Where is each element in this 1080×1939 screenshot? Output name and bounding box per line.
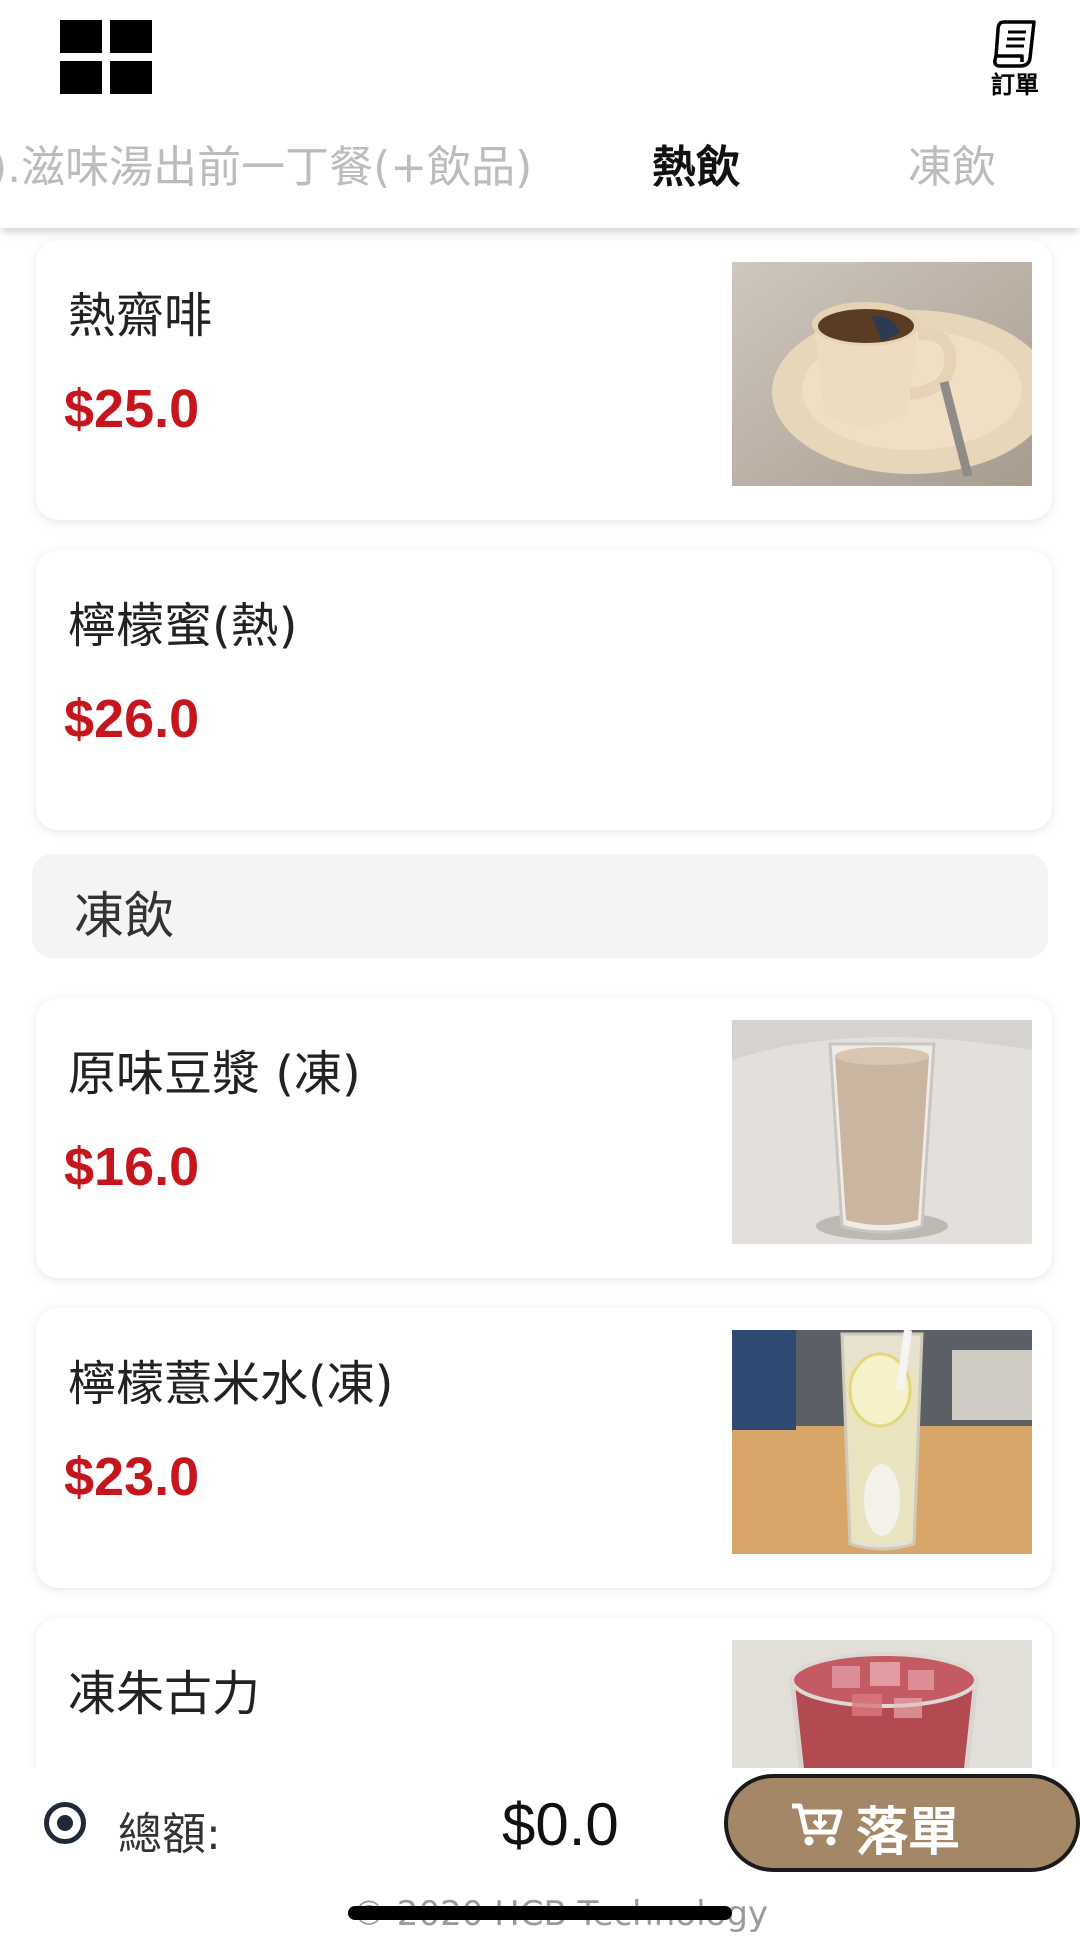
item-name: 原味豆漿 (凍) (68, 1046, 361, 1102)
item-photo (732, 1330, 1032, 1554)
item-price: $16.0 (64, 1137, 200, 1197)
section-header-cold-drinks: 凍飲 (32, 854, 1048, 958)
order-label: 訂單 (991, 71, 1039, 99)
radio-icon[interactable] (44, 1802, 86, 1844)
item-photo (732, 1020, 1032, 1244)
item-price: $26.0 (64, 689, 200, 749)
item-photo (732, 1640, 1032, 1768)
menu-item-card[interactable]: 熱齋啡 $25.0 (36, 240, 1052, 520)
order-button[interactable]: 訂單 (970, 18, 1060, 100)
grid-menu-icon[interactable] (60, 20, 152, 94)
receipt-icon (993, 20, 1036, 68)
item-name: 凍朱古力 (68, 1666, 261, 1722)
tab-hot-drinks[interactable]: 熱飲 (652, 112, 740, 228)
item-name: 檸檬薏米水(凍) (68, 1356, 394, 1412)
section-title: 凍飲 (74, 887, 174, 945)
cart-icon (792, 1803, 843, 1846)
menu-item-card[interactable]: 檸檬蜜(熱) $26.0 (36, 550, 1052, 830)
menu-item-card[interactable]: 檸檬薏米水(凍) $23.0 (36, 1308, 1052, 1588)
order-footer: 總額: $0.0 落單 © 2020 HCB Technology (0, 1768, 1080, 1939)
tab-noodle-set[interactable]: ).滋味湯出前一丁餐(+飲品) (0, 112, 532, 228)
item-photo (732, 262, 1032, 486)
total-value: $0.0 (502, 1791, 619, 1858)
item-name: 檸檬蜜(熱) (68, 598, 298, 654)
top-header: 訂單 ).滋味湯出前一丁餐(+飲品) 熱飲 凍飲 (0, 0, 1080, 228)
item-price: $25.0 (64, 379, 200, 439)
menu-item-card[interactable]: 原味豆漿 (凍) $16.0 (36, 998, 1052, 1278)
category-tabs: ).滋味湯出前一丁餐(+飲品) 熱飲 凍飲 (0, 112, 1080, 228)
submit-order-label: 落單 (856, 1803, 961, 1863)
total-label: 總額: (118, 1809, 221, 1860)
submit-order-button[interactable]: 落單 (724, 1774, 1080, 1872)
menu-list[interactable]: 熱齋啡 $25.0 檸檬蜜(熱) $26.0 凍飲 原味豆漿 (凍) $16.0… (0, 228, 1080, 1768)
item-name: 熱齋啡 (68, 288, 213, 344)
home-indicator[interactable] (348, 1906, 732, 1920)
item-price: $23.0 (64, 1447, 200, 1507)
tab-cold-drinks[interactable]: 凍飲 (908, 112, 996, 228)
menu-item-card[interactable]: 凍朱古力 (36, 1618, 1052, 1768)
